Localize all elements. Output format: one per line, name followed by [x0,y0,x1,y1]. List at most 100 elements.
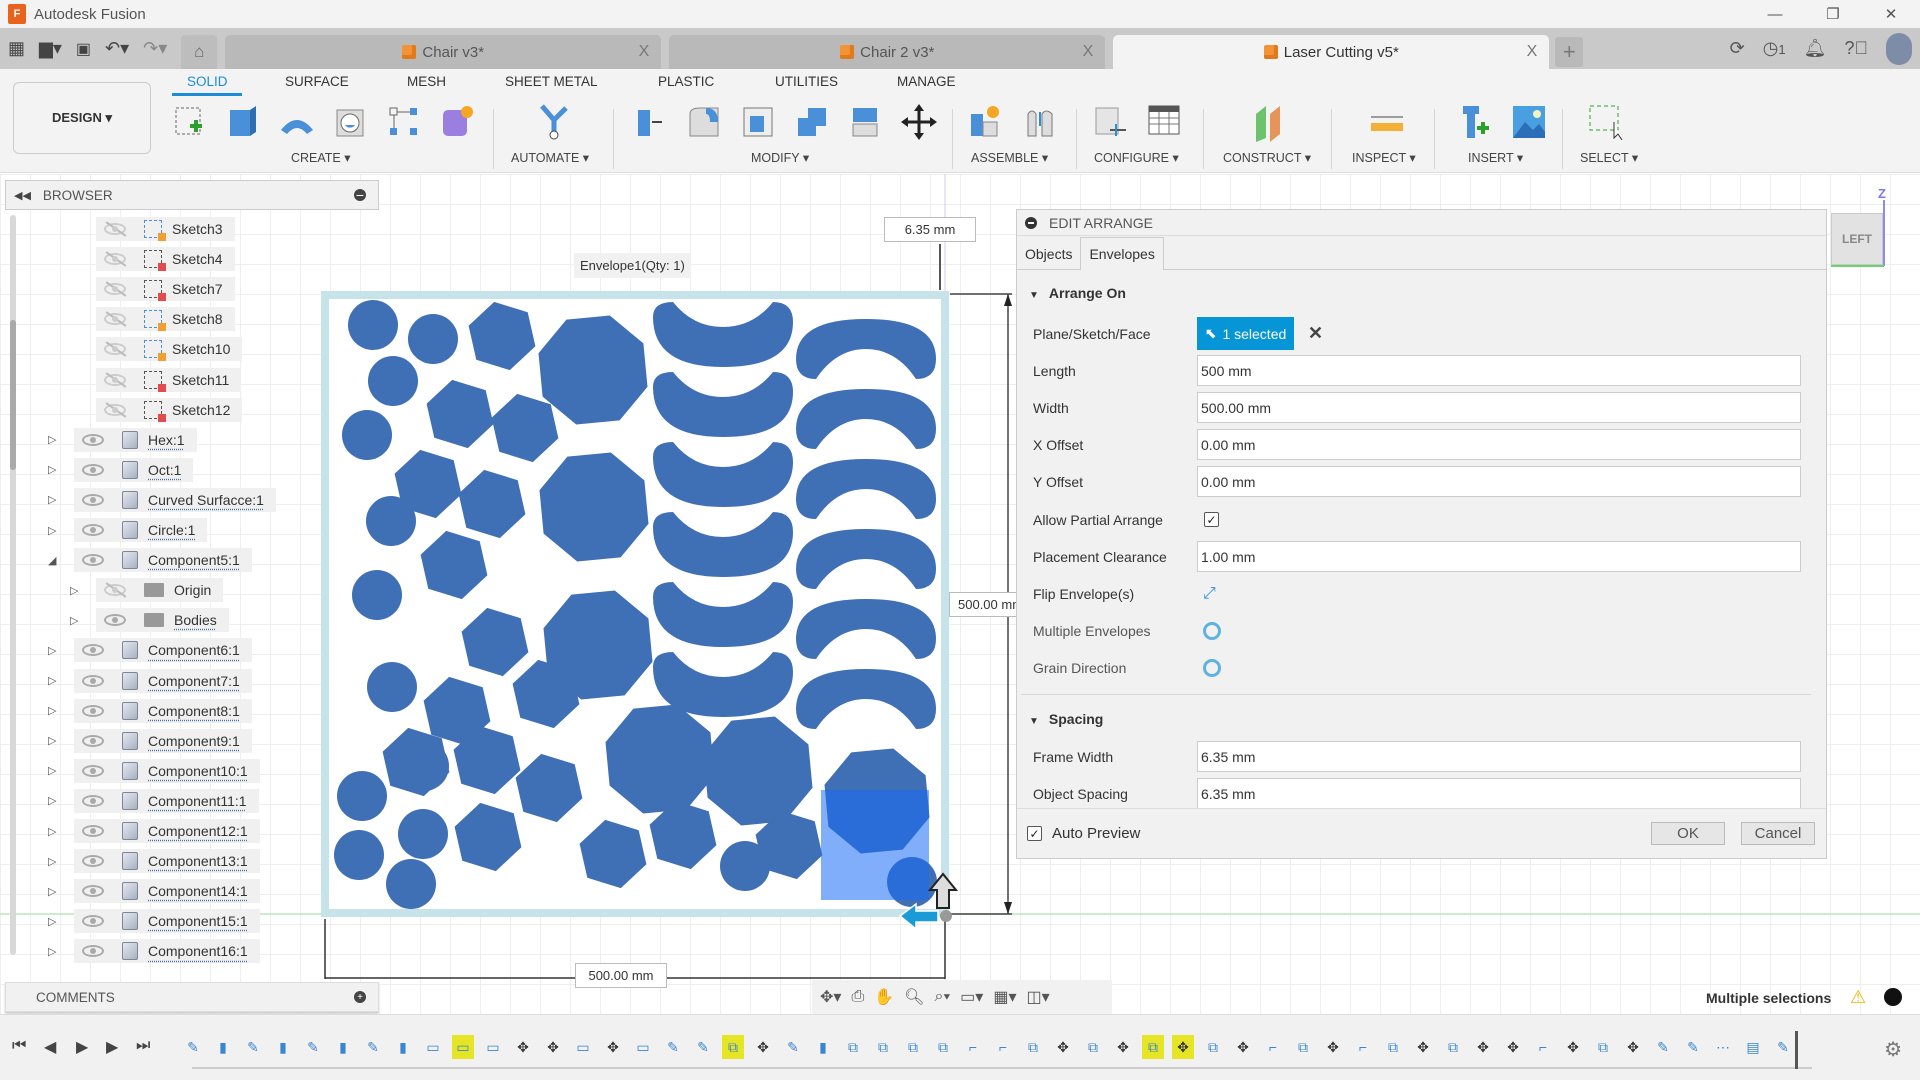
visibility-eye-icon[interactable] [82,764,104,777]
group-modify[interactable]: MODIFY ▾ [751,150,809,165]
timeline-feature-icon[interactable]: ⧉ [1382,1035,1404,1059]
group-assemble[interactable]: ASSEMBLE ▾ [971,150,1048,165]
browser-item-component13-1[interactable]: ▷ Component13:1 [48,848,260,874]
timeline-feature-icon[interactable]: ▮ [392,1035,414,1059]
expand-arrow-icon[interactable]: ▷ [48,855,60,868]
redo-icon[interactable]: ↷▾ [143,38,167,59]
warning-icon[interactable]: ⚠ [1850,987,1866,1008]
timeline-feature-icon[interactable]: ▮ [212,1035,234,1059]
create-form-icon[interactable] [437,102,477,142]
insert-mcmaster-icon[interactable] [1455,102,1495,142]
group-create[interactable]: CREATE ▾ [291,150,351,165]
add-comment-icon[interactable]: + [354,991,366,1003]
timeline-feature-icon[interactable]: ✥ [1232,1035,1254,1059]
timeline-feature-icon[interactable]: ✥ [1622,1035,1644,1059]
timeline-feature-icon[interactable]: ⌐ [1352,1035,1374,1059]
expand-arrow-icon[interactable]: ▷ [48,463,60,476]
timeline-feature-icon[interactable]: ✥ [512,1035,534,1059]
timeline-play-icon[interactable]: ▶ [76,1037,88,1057]
timeline-feature-icon[interactable]: ✎ [182,1035,204,1059]
tab-manage[interactable]: MANAGE [897,74,956,89]
tab-chair-v3[interactable]: Chair v3* X [225,35,662,69]
scrollbar-thumb[interactable] [10,320,16,470]
visibility-eye-icon[interactable] [82,704,104,717]
browser-scrollbar[interactable] [10,215,16,955]
timeline-feature-icon[interactable]: ⧉ [1592,1035,1614,1059]
visibility-eye-icon[interactable] [82,855,104,868]
orbit-icon[interactable]: ✥▾ [820,987,841,1007]
timeline-feature-icon[interactable]: ▤ [1742,1035,1764,1059]
browser-item-bodies[interactable]: ▷ Bodies [70,607,229,633]
timeline-settings-gear-icon[interactable]: ⚙ [1884,1037,1902,1062]
timeline-marker[interactable] [1795,1031,1798,1069]
configure-parameters-icon[interactable] [1090,102,1130,142]
close-tab-icon[interactable]: X [1527,43,1538,61]
timeline-feature-icon[interactable]: ▮ [332,1035,354,1059]
expand-arrow-icon[interactable]: ▷ [48,794,60,807]
timeline-feature-icon[interactable]: ✥ [1052,1035,1074,1059]
visibility-eye-icon[interactable] [82,885,104,898]
timeline-first-icon[interactable]: ⏮ [12,1037,26,1055]
shell-icon[interactable] [738,102,778,142]
grain-direction-toggle-icon[interactable] [1203,658,1221,677]
circle-part[interactable] [368,356,418,406]
circle-part[interactable] [334,830,384,880]
browser-item-sketch7[interactable]: Sketch7 [96,276,235,302]
zoom-icon[interactable]: 🔍︎ [904,987,924,1007]
tab-mesh[interactable]: MESH [407,74,446,89]
timeline-feature-icon[interactable]: ⌐ [1262,1035,1284,1059]
help-icon[interactable]: ?⃝ [1844,38,1868,59]
browser-item-component5-1[interactable]: ◢ Component5:1 [48,547,252,573]
clearance-input[interactable] [1197,541,1801,572]
length-input[interactable] [1197,355,1801,386]
visibility-eye-icon[interactable] [82,463,104,476]
new-component-icon[interactable] [965,102,1005,142]
browser-item-component14-1[interactable]: ▷ Component14:1 [48,878,260,904]
browser-pin-icon[interactable]: − [354,187,366,203]
press-pull-icon[interactable] [630,102,670,142]
tab-utilities[interactable]: UTILITIES [775,74,838,89]
timeline-feature-icon[interactable]: ▮ [812,1035,834,1059]
apps-grid-icon[interactable]: ▦ [8,38,25,59]
timeline-feature-icon[interactable]: ✥ [1172,1035,1194,1059]
visibility-eye-icon[interactable] [82,734,104,747]
visibility-eye-icon[interactable] [104,614,126,627]
timeline-feature-icon[interactable]: ✎ [302,1035,324,1059]
frame-width-dimension[interactable]: 6.35 mm [884,217,976,242]
tab-objects[interactable]: Objects [1017,239,1080,269]
timeline-feature-icon[interactable]: ✎ [1772,1035,1794,1059]
save-icon[interactable]: ▣ [76,39,91,59]
tab-envelopes[interactable]: Envelopes [1080,237,1164,270]
browser-item-component11-1[interactable]: ▷ Component11:1 [48,788,259,814]
collapse-dialog-icon[interactable] [1025,216,1037,229]
hidden-eye-icon[interactable] [104,313,126,326]
dialog-header[interactable]: EDIT ARRANGE [1017,210,1826,236]
visibility-eye-icon[interactable] [82,825,104,837]
timeline-feature-icon[interactable]: ⧉ [722,1035,744,1059]
timeline-feature-icon[interactable]: ✥ [1472,1035,1494,1059]
undo-icon[interactable]: ↶▾ [105,38,129,59]
expand-arrow-icon[interactable]: ▷ [48,674,60,687]
circle-part[interactable] [352,570,402,620]
browser-item-sketch10[interactable]: Sketch10 [96,336,243,362]
group-automate[interactable]: AUTOMATE ▾ [511,150,589,165]
hidden-eye-icon[interactable] [104,584,126,597]
tab-surface[interactable]: SURFACE [285,74,349,89]
clear-selection-icon[interactable]: ✕ [1308,323,1323,344]
browser-item-component16-1[interactable]: ▷ Component16:1 [48,938,260,964]
assistant-icon[interactable] [1884,988,1902,1006]
partial-arrange-checkbox[interactable]: ✓ [1204,512,1219,527]
group-insert[interactable]: INSERT ▾ [1468,150,1523,165]
browser-item-sketch11[interactable]: Sketch11 [96,367,242,393]
hidden-eye-icon[interactable] [104,343,126,356]
circle-part[interactable] [342,410,392,460]
height-dimension[interactable]: 500.00 mm [949,592,1021,617]
timeline-feature-icon[interactable]: ✎ [1682,1035,1704,1059]
close-tab-icon[interactable]: X [1083,43,1094,61]
hidden-eye-icon[interactable] [104,223,126,235]
configure-table-icon[interactable] [1145,102,1185,142]
visibility-eye-icon[interactable] [82,433,104,446]
timeline-feature-icon[interactable]: ⧉ [932,1035,954,1059]
view-cube[interactable]: LEFT [1831,213,1883,265]
browser-item-component6-1[interactable]: ▷ Component6:1 [48,637,252,663]
